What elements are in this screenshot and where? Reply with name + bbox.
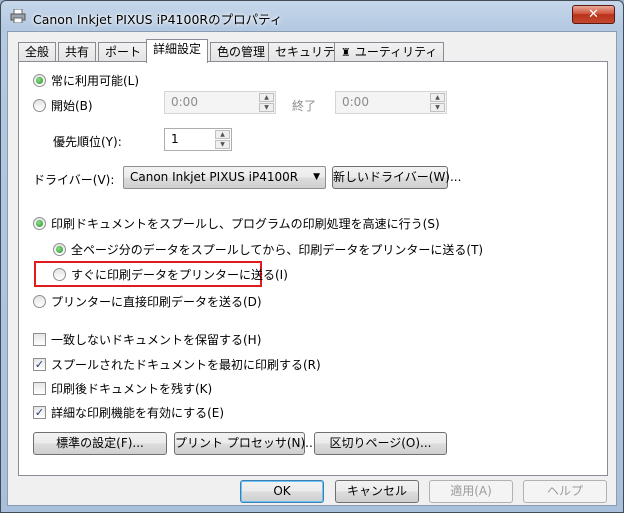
from-time-arrows[interactable]: ▲ ▼ xyxy=(259,93,274,112)
priority-value: 1 xyxy=(171,132,179,146)
print-direct-radio[interactable] xyxy=(33,295,46,308)
to-label: 終了 xyxy=(292,99,317,113)
to-time-arrows[interactable]: ▲ ▼ xyxy=(430,93,445,112)
divider xyxy=(33,201,446,202)
always-available-label: 常に利用可能(L) xyxy=(51,74,140,88)
driver-select[interactable]: Canon Inkjet PIXUS iP4100R ▼ xyxy=(123,166,326,189)
start-immediately-radio[interactable] xyxy=(53,268,66,281)
print-processor-button[interactable]: プリント プロセッサ(N)... xyxy=(174,432,317,455)
print-spooled-first-checkbox[interactable]: ✓ xyxy=(33,358,46,371)
spool-radio[interactable] xyxy=(33,217,46,230)
hold-mismatched-checkbox[interactable] xyxy=(33,333,46,346)
spin-down-icon[interactable]: ▼ xyxy=(430,103,445,112)
to-time-spinner[interactable]: 0:00 ▲ ▼ xyxy=(335,91,447,114)
from-time-value: 0:00 xyxy=(171,95,198,109)
separator-page-button[interactable]: 区切りページ(O)... xyxy=(314,432,447,455)
chevron-down-icon: ▼ xyxy=(313,172,320,182)
start-after-last-page-radio[interactable] xyxy=(53,243,66,256)
from-time-spinner[interactable]: 0:00 ▲ ▼ xyxy=(164,91,276,114)
title-bar[interactable]: Canon Inkjet PIXUS iP4100Rのプロパティ ✕ xyxy=(1,1,623,31)
spin-down-icon[interactable]: ▼ xyxy=(259,103,274,112)
start-after-last-page-label: 全ページ分のデータをスプールしてから、印刷データをプリンターに送る(T) xyxy=(71,243,484,257)
apply-button[interactable]: 適用(A) xyxy=(429,480,513,503)
tab-sharing[interactable]: 共有 xyxy=(58,42,97,62)
close-icon: ✕ xyxy=(588,7,599,22)
driver-label: ドライバー(V): xyxy=(33,173,115,187)
cancel-button[interactable]: キャンセル xyxy=(335,480,419,503)
help-button[interactable]: ヘルプ xyxy=(523,480,607,503)
tab-general[interactable]: 全般 xyxy=(18,42,57,62)
advanced-features-label: 詳細な印刷機能を有効にする(E) xyxy=(51,406,225,420)
priority-spinner[interactable]: 1 ▲ ▼ xyxy=(164,128,232,151)
always-available-radio[interactable] xyxy=(33,74,46,87)
priority-arrows[interactable]: ▲ ▼ xyxy=(215,130,230,149)
printer-icon xyxy=(10,9,26,23)
divider xyxy=(33,317,446,318)
ok-button[interactable]: OK xyxy=(240,480,324,503)
tools-icon: ♜ xyxy=(341,46,351,59)
tab-ports[interactable]: ポート xyxy=(98,42,149,62)
properties-window: Canon Inkjet PIXUS iP4100Rのプロパティ ✕ 全般 共有… xyxy=(0,0,624,513)
tab-color-management[interactable]: 色の管理 xyxy=(210,42,273,62)
spin-up-icon[interactable]: ▲ xyxy=(430,93,445,102)
close-button[interactable]: ✕ xyxy=(572,5,615,24)
priority-label: 優先順位(Y): xyxy=(53,135,122,149)
to-time-value: 0:00 xyxy=(342,95,369,109)
advanced-panel: 常に利用可能(L) 開始(B) 0:00 ▲ ▼ 終了 0:00 ▲ ▼ 優先順… xyxy=(18,61,608,476)
print-spooled-first-label: スプールされたドキュメントを最初に印刷する(R) xyxy=(51,358,321,372)
spin-up-icon[interactable]: ▲ xyxy=(215,130,230,139)
dialog-body: 全般 共有 ポート 詳細設定 色の管理 セキュリティ ♜ ユーティリティ 常に利用… xyxy=(7,31,617,506)
start-immediately-label: すぐに印刷データをプリンターに送る(I) xyxy=(71,268,288,282)
new-driver-button[interactable]: 新しいドライバー(W)... xyxy=(332,166,461,189)
keep-printed-label: 印刷後ドキュメントを残す(K) xyxy=(51,382,213,396)
keep-printed-checkbox[interactable] xyxy=(33,382,46,395)
print-direct-label: プリンターに直接印刷データを送る(D) xyxy=(51,295,262,309)
driver-selected-value: Canon Inkjet PIXUS iP4100R xyxy=(130,170,299,184)
spin-down-icon[interactable]: ▼ xyxy=(215,140,230,149)
window-title: Canon Inkjet PIXUS iP4100Rのプロパティ xyxy=(33,12,283,27)
printing-defaults-button[interactable]: 標準の設定(F)... xyxy=(33,432,167,455)
available-from-label: 開始(B) xyxy=(51,99,93,113)
available-from-radio[interactable] xyxy=(33,99,46,112)
spin-up-icon[interactable]: ▲ xyxy=(259,93,274,102)
advanced-features-checkbox[interactable]: ✓ xyxy=(33,406,46,419)
tab-utility[interactable]: ♜ ユーティリティ xyxy=(334,42,445,62)
hold-mismatched-label: 一致しないドキュメントを保留する(H) xyxy=(51,333,262,347)
spool-label: 印刷ドキュメントをスプールし、プログラムの印刷処理を高速に行う(S) xyxy=(51,217,440,231)
tab-advanced[interactable]: 詳細設定 xyxy=(146,39,209,63)
